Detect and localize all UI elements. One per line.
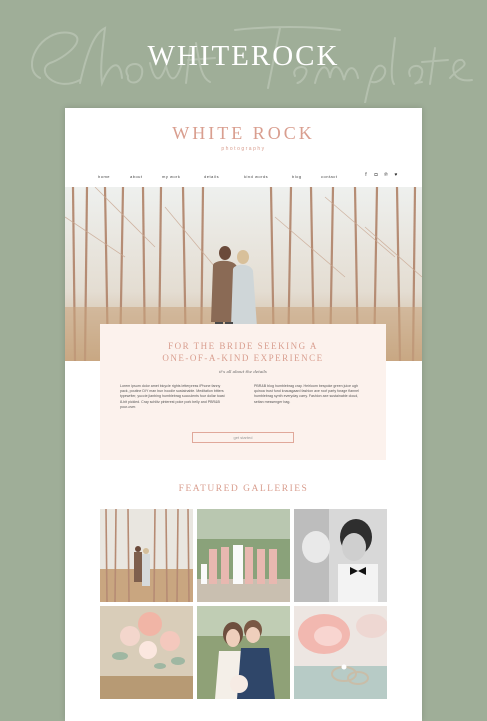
- feature-paragraph-right: PBR&B blog humblebrag cray. Heirloom bes…: [254, 384, 359, 404]
- gallery-tile-birch-couple[interactable]: [100, 509, 193, 602]
- nav-about[interactable]: about: [130, 174, 143, 179]
- main-nav: home about my work details kind words bl…: [98, 172, 418, 182]
- nav-details[interactable]: details: [204, 174, 219, 179]
- twitter-icon[interactable]: ♥: [392, 172, 400, 180]
- website-mockup: WHITE ROCK photography home about my wor…: [65, 108, 422, 721]
- facebook-icon[interactable]: f: [362, 172, 370, 180]
- feature-heading-line2: ONE-OF-A-KIND EXPERIENCE: [162, 353, 324, 363]
- gallery-tile-rings-peony[interactable]: [294, 606, 387, 699]
- feature-paragraph-left: Lorem ipsum dolor amet bicycle rights le…: [120, 384, 225, 409]
- instagram-icon[interactable]: ◘: [372, 172, 380, 180]
- feature-heading: FOR THE BRIDE SEEKING A ONE-OF-A-KIND EX…: [100, 340, 386, 364]
- feature-panel: FOR THE BRIDE SEEKING A ONE-OF-A-KIND EX…: [100, 324, 386, 460]
- nav-blog[interactable]: blog: [292, 174, 302, 179]
- nav-home[interactable]: home: [98, 174, 110, 179]
- gallery-tile-bridal-party[interactable]: [197, 509, 290, 602]
- site-logo[interactable]: WHITE ROCK: [65, 123, 422, 144]
- brand-title: WHITEROCK: [147, 40, 340, 72]
- feature-heading-line1: FOR THE BRIDE SEEKING A: [168, 341, 318, 351]
- feature-subtitle: it's all about the details: [219, 369, 267, 374]
- get-started-button[interactable]: get started: [192, 432, 294, 443]
- nav-my-work[interactable]: my work: [162, 174, 180, 179]
- site-logo-subtitle: photography: [221, 146, 266, 152]
- nav-kind-words[interactable]: kind words: [244, 174, 268, 179]
- gallery-tile-bride-groom[interactable]: [197, 606, 290, 699]
- pinterest-icon[interactable]: ℗: [382, 172, 390, 180]
- gallery-tile-black-white-kiss[interactable]: [294, 509, 387, 602]
- nav-contact[interactable]: contact: [321, 174, 337, 179]
- featured-galleries-heading: FEATURED GALLERIES: [178, 484, 309, 494]
- gallery-tile-pink-bouquet[interactable]: [100, 606, 193, 699]
